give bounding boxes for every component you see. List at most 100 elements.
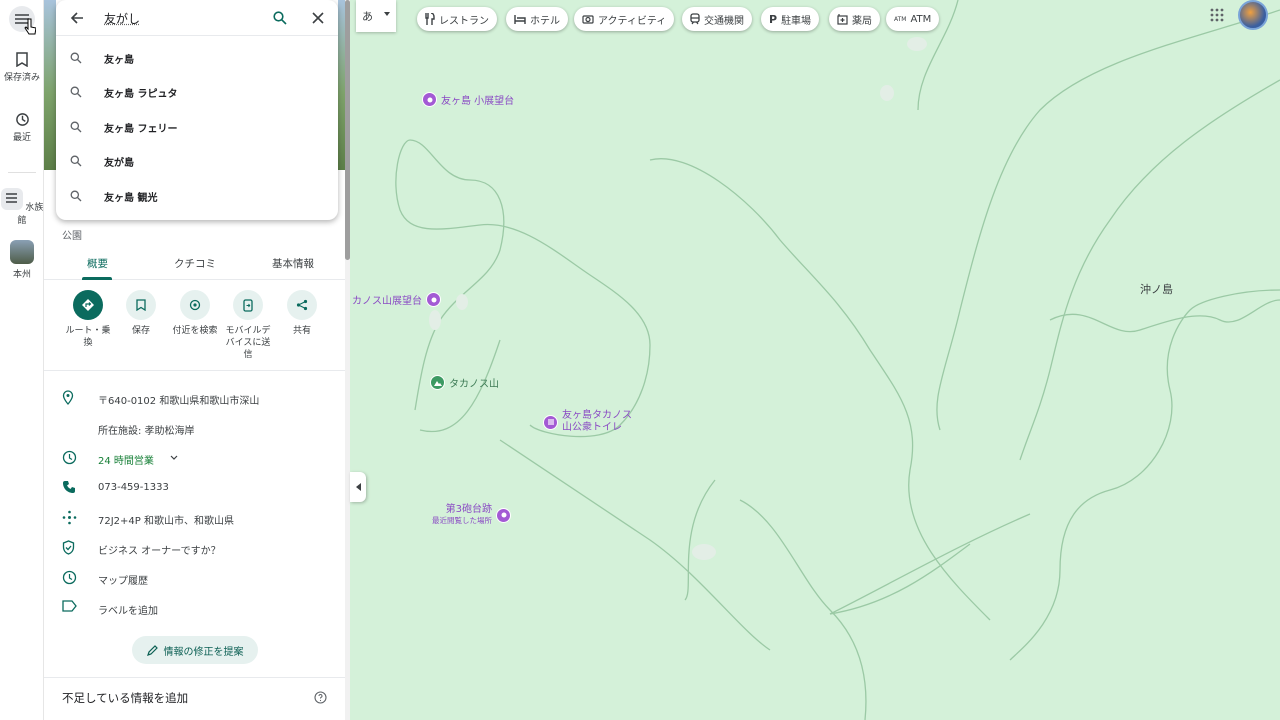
directions-button[interactable]: ルート・乗 換 (62, 290, 114, 349)
mountain-icon (430, 375, 445, 390)
map-trails (395, 0, 1280, 720)
bookmark-icon (136, 299, 146, 311)
input-mode-toggle[interactable]: あ (356, 0, 396, 32)
tab-reviews[interactable]: クチコミ (174, 256, 216, 271)
map-history-text: マップ履歴 (98, 576, 148, 587)
poi-label: 友ヶ島 小展望台 (441, 96, 515, 107)
save-button[interactable]: 保存 (115, 290, 167, 337)
rail-saved[interactable]: 保存済み (0, 52, 44, 83)
panel-scrollbar[interactable] (345, 0, 350, 720)
missing-info-title: 不足している情報を追加 (62, 691, 189, 705)
claim-business-row[interactable]: ビジネス オーナーですか？ (44, 533, 350, 563)
search-icon[interactable] (273, 11, 287, 25)
hours-text: 24 時間営業 (98, 456, 154, 467)
menu-button[interactable] (0, 6, 44, 35)
suggestion-label: 友ヶ島 ラピュタ (104, 89, 178, 100)
rail-divider (8, 172, 36, 173)
rail-recent[interactable]: 最近 (0, 112, 44, 143)
add-label-text: ラベルを追加 (98, 606, 158, 617)
collapse-panel-button[interactable] (350, 472, 366, 502)
map-history-row[interactable]: マップ履歴 (44, 563, 350, 593)
share-button[interactable]: 共有 (276, 290, 328, 337)
poi-sublabel: 最近閲覧した場所 (432, 516, 492, 525)
input-mode-label: あ (362, 10, 373, 23)
clock-icon (62, 450, 77, 465)
island-label: 沖ノ島 (1140, 283, 1173, 296)
chip-parking[interactable]: P 駐車場 (761, 7, 820, 31)
suggestion-label: 友が島 (104, 158, 134, 169)
poi-restroom[interactable]: 友ヶ島タカノス 山公衆トイレ (543, 410, 632, 434)
suggestion-item[interactable]: 友ヶ島 フェリー (56, 110, 338, 144)
add-label-row[interactable]: ラベルを追加 (44, 593, 350, 623)
share-icon (296, 299, 308, 311)
chip-activities[interactable]: アクティビティ (574, 7, 675, 31)
poi-third-battery[interactable]: 第3砲台跡 最近閲覧した場所 (432, 504, 511, 526)
search-icon (70, 121, 82, 133)
chip-activities-label: アクティビティ (598, 15, 667, 27)
caret-down-icon (384, 12, 390, 16)
directions-label: ルート・乗 換 (65, 326, 111, 348)
chip-transit[interactable]: 交通機関 (682, 7, 752, 31)
suggestion-item[interactable]: 友ヶ島 ラピュタ (56, 75, 338, 109)
poi-label: 友ヶ島タカノス (562, 410, 632, 421)
search-icon (70, 52, 82, 64)
restaurant-icon (425, 13, 435, 25)
plus-code-text: 72J2+4P 和歌山市、和歌山県 (98, 516, 234, 527)
phone-icon (63, 481, 75, 493)
left-rail: 保存済み 最近 水族館 本州 (0, 0, 44, 720)
tab-about[interactable]: 基本情報 (272, 256, 314, 271)
chip-pharmacy[interactable]: 薬局 (829, 7, 880, 31)
account-avatar[interactable] (1238, 0, 1268, 30)
hotel-icon (514, 14, 526, 24)
back-arrow-icon[interactable] (70, 11, 84, 25)
rail-item-aquarium[interactable]: 水族館 (0, 188, 44, 226)
rail-item-honshu[interactable]: 本州 (0, 240, 44, 280)
suggestion-label: 友ヶ島 フェリー (104, 124, 178, 135)
mouse-cursor-icon (24, 18, 36, 35)
suggestion-item[interactable]: 友ヶ島 (56, 41, 338, 75)
send-to-phone-button[interactable]: モバイルデ バイスに送 信 (222, 290, 274, 361)
apps-grid-icon[interactable] (1210, 8, 1224, 22)
chip-atm[interactable]: ATM ATM (886, 7, 940, 31)
phone-send-icon (243, 298, 253, 312)
suggestion-label: 友ヶ島 (104, 55, 134, 66)
located-in-row[interactable]: 所在施設: 孝助松海岸 (44, 413, 350, 443)
poi-takanosu-mountain[interactable]: タカノス山 (430, 375, 499, 390)
rail-saved-label: 保存済み (3, 73, 40, 83)
scrollbar-thumb[interactable] (345, 0, 350, 260)
poi-takanosu-observatory[interactable]: カノス山展望台 (352, 292, 441, 307)
search-icon (70, 190, 82, 202)
nearby-icon (189, 299, 201, 311)
suggest-edit-button[interactable]: 情報の修正を提案 (132, 636, 258, 664)
train-icon (690, 13, 700, 25)
suggestion-item[interactable]: 友ヶ島 観光 (56, 179, 338, 213)
suggestion-item[interactable]: 友が島 (56, 144, 338, 178)
chip-hotel[interactable]: ホテル (506, 7, 568, 31)
phone-row[interactable]: 073-459-1333 (44, 473, 350, 503)
parking-icon: P (769, 12, 778, 26)
place-tabs: 概要 クチコミ 基本情報 (44, 246, 350, 280)
map-canvas[interactable]: あ レストラン ホテル アクティビティ 交通機関 P 駐車場 薬局 ATM AT… (350, 0, 1280, 720)
hours-row[interactable]: 24 時間営業 (44, 443, 350, 473)
search-row (56, 0, 338, 36)
chip-atm-label: ATM (910, 13, 932, 25)
search-input[interactable] (104, 8, 254, 28)
suggestion-label: 友ヶ島 観光 (104, 193, 158, 204)
poi-label: タカノス山 (449, 379, 499, 390)
poi-battery-label: 第3砲台跡 最近閲覧した場所 (432, 504, 492, 526)
history-icon (15, 113, 29, 126)
chip-restaurant-label: レストラン (439, 15, 489, 27)
close-icon[interactable] (312, 12, 324, 24)
pencil-icon (146, 644, 158, 656)
plus-code-icon (62, 510, 77, 525)
poi-small-observatory[interactable]: 友ヶ島 小展望台 (422, 92, 514, 107)
nearby-button[interactable]: 付近を検索 (169, 290, 221, 337)
plus-code-row[interactable]: 72J2+4P 和歌山市、和歌山県 (44, 503, 350, 533)
tab-overview[interactable]: 概要 (87, 256, 108, 271)
chevron-down-icon[interactable] (170, 455, 178, 461)
address-row[interactable]: 〒640-0102 和歌山県和歌山市深山 (44, 383, 350, 413)
chip-restaurant[interactable]: レストラン (417, 7, 497, 31)
chevron-left-icon (355, 483, 361, 491)
help-icon[interactable] (314, 691, 327, 704)
bookmark-icon (16, 52, 28, 67)
